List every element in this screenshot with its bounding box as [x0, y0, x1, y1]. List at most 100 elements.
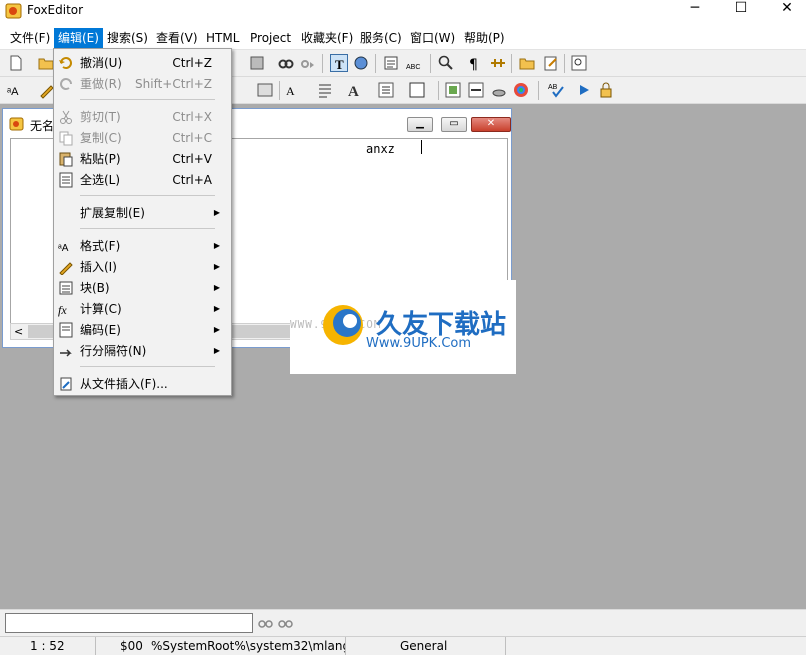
svg-text:T: T — [335, 57, 344, 72]
doc-close-button[interactable]: ✕ — [471, 117, 511, 132]
svg-text:A: A — [348, 84, 359, 99]
edit-menu-dropdown: 撤消(U) Ctrl+Z 重做(R) Shift+Ctrl+Z 剪切(T) Ct… — [53, 48, 232, 396]
abc-spell-icon[interactable]: ABC — [405, 54, 423, 72]
menu-project[interactable]: Project — [246, 28, 295, 48]
undo-icon — [58, 55, 74, 71]
function-icon: fx — [58, 301, 74, 317]
window-title: FoxEditor — [27, 3, 84, 17]
find-bar — [0, 609, 806, 636]
svg-text:ABC: ABC — [406, 64, 420, 71]
maximize-button[interactable]: ☐ — [718, 0, 764, 18]
svg-text:ᵃA: ᵃA — [58, 243, 69, 254]
doc-minimize-button[interactable]: ▁ — [407, 117, 433, 132]
redo-icon — [58, 76, 74, 92]
copy-icon — [58, 130, 74, 146]
cursor-position: 1 : 52 — [0, 637, 96, 655]
menu-item-paste[interactable]: 粘贴(P) Ctrl+V — [54, 149, 231, 169]
editor-content: anxz — [366, 142, 395, 156]
insert-icon — [58, 259, 74, 275]
title-bar: FoxEditor ─ ☐ ✕ — [0, 0, 806, 26]
font-size-icon[interactable]: A — [285, 81, 309, 99]
menu-item-line-separator[interactable]: 行分隔符(N) ▶ — [54, 341, 231, 361]
status-mode: General — [346, 637, 506, 655]
submenu-arrow-icon: ▶ — [213, 304, 220, 313]
submenu-arrow-icon: ▶ — [213, 262, 220, 271]
watermark: WWW.9UPK.COM 久友下载站 Www.9UPK.Com — [290, 280, 516, 374]
paste-icon — [58, 151, 74, 167]
menu-services[interactable]: 服务(C) — [356, 28, 406, 48]
find-next-icon[interactable] — [299, 54, 317, 72]
find-next-bottom-icon[interactable] — [278, 615, 293, 630]
menu-item-encoding[interactable]: 编码(E) ▶ — [54, 320, 231, 340]
menu-item-block[interactable]: 块(B) ▶ — [54, 278, 231, 298]
svg-text:A: A — [286, 84, 295, 98]
char-code-info: $00 @0(0) — [120, 639, 147, 653]
play-icon[interactable] — [575, 81, 593, 99]
menu-item-format[interactable]: ᵃA 格式(F) ▶ — [54, 236, 231, 256]
scroll-left-icon[interactable]: < — [14, 324, 23, 339]
svg-text:ᵃA: ᵃA — [7, 86, 19, 98]
menu-item-insert[interactable]: 插入(I) ▶ — [54, 257, 231, 277]
folder-icon[interactable] — [518, 54, 536, 72]
block-icon[interactable] — [444, 81, 462, 99]
image-icon[interactable] — [256, 81, 274, 99]
doc-maximize-button[interactable]: ▭ — [441, 117, 467, 132]
menu-item-redo[interactable]: 重做(R) Shift+Ctrl+Z — [54, 74, 231, 94]
pilcrow-icon[interactable]: ¶ — [465, 54, 483, 72]
menu-favorites[interactable]: 收藏夹(F) — [297, 28, 357, 48]
menu-item-calculate[interactable]: fx 计算(C) ▶ — [54, 299, 231, 319]
submenu-arrow-icon: ▶ — [213, 325, 220, 334]
notes-icon[interactable] — [382, 54, 400, 72]
zoom-icon[interactable] — [570, 54, 588, 72]
edit-doc-icon[interactable] — [542, 54, 560, 72]
border-icon[interactable] — [408, 81, 432, 99]
bookmark-icon[interactable] — [489, 54, 507, 72]
submenu-arrow-icon: ▶ — [213, 241, 220, 250]
font-color-icon[interactable]: A — [346, 81, 370, 99]
line-separator-icon — [58, 343, 74, 359]
svg-text:AB: AB — [548, 84, 558, 91]
format-icon: ᵃA — [58, 238, 74, 254]
lock-icon[interactable] — [597, 81, 615, 99]
menu-item-extended-copy[interactable]: 扩展复制(E) ▶ — [54, 203, 231, 223]
menu-bar: 文件(F) 编辑(E) 搜索(S) 查看(V) HTML Project 收藏夹… — [0, 26, 806, 50]
close-button[interactable]: ✕ — [764, 0, 806, 18]
color-wheel-icon[interactable] — [512, 81, 530, 99]
save-icon[interactable] — [248, 54, 266, 72]
menu-item-copy[interactable]: 复制(C) Ctrl+C — [54, 128, 231, 148]
menu-item-cut[interactable]: 剪切(T) Ctrl+X — [54, 107, 231, 127]
spellcheck-icon[interactable]: AB — [548, 81, 566, 99]
watermark-url: Www.9UPK.Com — [366, 336, 472, 351]
new-file-icon[interactable] — [7, 54, 25, 72]
menu-html[interactable]: HTML — [202, 28, 243, 48]
find-icon[interactable] — [277, 54, 295, 72]
menu-window[interactable]: 窗口(W) — [406, 28, 459, 48]
submenu-arrow-icon: ▶ — [213, 346, 220, 355]
status-bar: 1 : 52 $00 @0(0) %SystemRoot%\system32\m… — [0, 636, 806, 655]
submenu-arrow-icon: ▶ — [213, 283, 220, 292]
paragraph-icon[interactable] — [316, 81, 340, 99]
menu-help[interactable]: 帮助(P) — [460, 28, 509, 48]
menu-item-insert-from-file[interactable]: 从文件插入(F)... — [54, 374, 231, 394]
menu-item-select-all[interactable]: 全选(L) Ctrl+A — [54, 170, 231, 190]
search-icon[interactable] — [437, 54, 455, 72]
menu-search[interactable]: 搜索(S) — [103, 28, 152, 48]
bold-t-icon[interactable]: T — [330, 54, 348, 72]
hr-icon[interactable] — [467, 81, 485, 99]
menu-edit[interactable]: 编辑(E) — [54, 28, 103, 48]
menu-file[interactable]: 文件(F) — [6, 28, 54, 48]
minimize-button[interactable]: ─ — [672, 0, 718, 18]
app-logo-icon — [5, 3, 22, 19]
format-icon[interactable]: ᵃA — [7, 81, 33, 99]
find-input[interactable] — [5, 613, 253, 633]
cylinder-icon[interactable] — [490, 81, 508, 99]
find-prev-icon[interactable] — [258, 615, 273, 630]
menu-item-undo[interactable]: 撤消(U) Ctrl+Z — [54, 53, 231, 73]
encoding-icon — [58, 322, 74, 338]
list-icon[interactable] — [377, 81, 401, 99]
text-caret — [421, 140, 422, 154]
menu-view[interactable]: 查看(V) — [152, 28, 202, 48]
status-path: %SystemRoot%\system32\mlang — [147, 637, 346, 655]
status-empty — [506, 637, 806, 655]
globe-icon[interactable] — [352, 54, 370, 72]
